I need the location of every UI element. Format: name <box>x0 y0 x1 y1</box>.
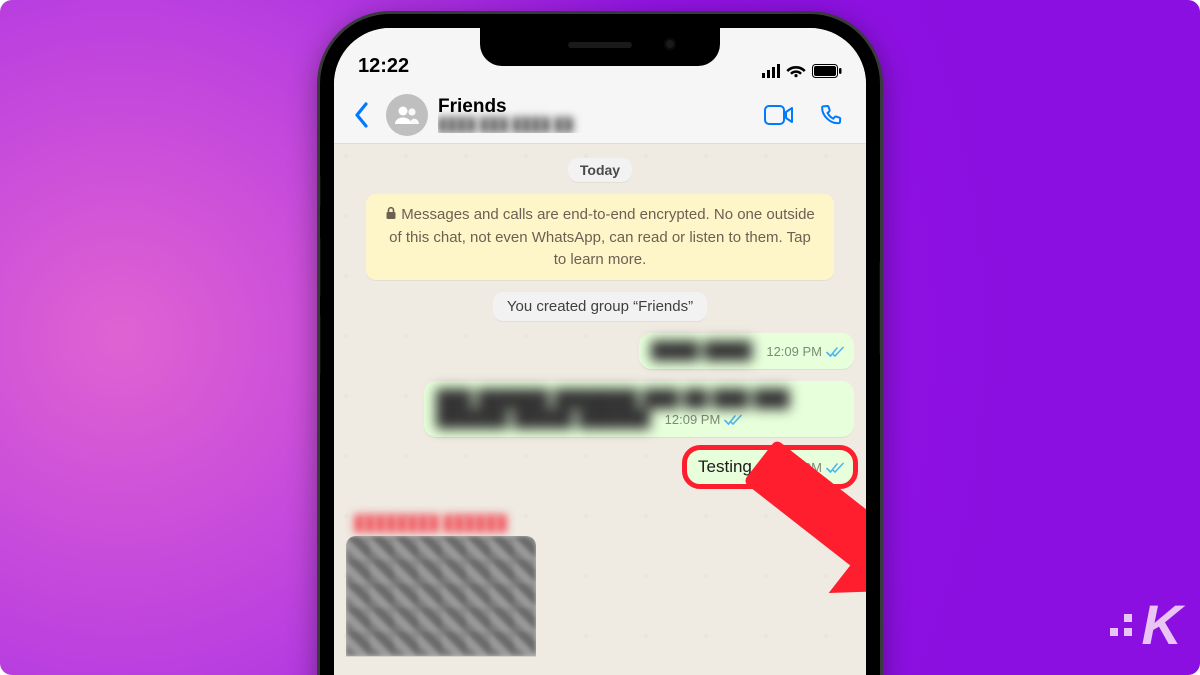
incoming-image-preview[interactable] <box>346 536 536 656</box>
message-out[interactable]: ███ ██████ ███████ ███ ██ ███ ███ ██████… <box>424 381 854 437</box>
message-time: 12:09 PM <box>766 460 822 475</box>
message-time: 12:09 PM <box>665 412 721 427</box>
message-out[interactable]: ████ ████ 12:09 PM <box>639 333 854 369</box>
message-out-highlighted[interactable]: Testing 12:09 PM <box>686 449 854 485</box>
video-call-button[interactable] <box>758 94 800 136</box>
message-in[interactable]: ████████ ██████ <box>346 515 536 656</box>
volume-up-button <box>320 236 321 298</box>
chat-members-preview: ████ ███ ████ ██ <box>438 118 748 133</box>
watermark-logo: K <box>1110 592 1180 657</box>
chat-header: Friends ████ ███ ████ ██ <box>334 86 866 144</box>
group-icon <box>394 105 420 125</box>
chat-body[interactable]: Today Messages and calls are end-to-end … <box>334 144 866 675</box>
lock-icon <box>385 205 397 227</box>
sender-name: ████████ ██████ <box>354 515 536 532</box>
voice-call-button[interactable] <box>810 94 852 136</box>
system-message: You created group “Friends” <box>493 292 707 321</box>
back-button[interactable] <box>348 95 376 135</box>
wifi-icon <box>786 64 806 78</box>
phone-notch <box>480 28 720 66</box>
status-time: 12:22 <box>358 55 409 78</box>
phone-icon <box>819 103 843 127</box>
chat-title: Friends <box>438 96 748 118</box>
encryption-text: Messages and calls are end-to-end encryp… <box>389 206 815 268</box>
message-text: ████ ████ <box>651 341 752 360</box>
stage: 12:22 <box>0 0 1200 675</box>
read-ticks-icon <box>826 346 844 358</box>
watermark-letter: K <box>1142 592 1180 657</box>
phone-frame: 12:22 <box>320 14 880 675</box>
group-avatar[interactable] <box>386 94 428 136</box>
read-ticks-icon <box>826 462 844 474</box>
date-separator: Today <box>568 158 632 182</box>
video-icon <box>764 105 794 125</box>
signal-icon <box>762 64 780 78</box>
mute-switch <box>320 174 321 208</box>
power-button <box>879 260 880 356</box>
encryption-notice[interactable]: Messages and calls are end-to-end encryp… <box>366 194 833 280</box>
chevron-left-icon <box>354 102 370 128</box>
chat-title-block[interactable]: Friends ████ ███ ████ ██ <box>438 96 748 133</box>
volume-down-button <box>320 314 321 376</box>
message-time: 12:09 PM <box>766 344 822 359</box>
battery-icon <box>812 64 842 78</box>
read-ticks-icon <box>724 414 742 426</box>
phone-screen: 12:22 <box>334 28 866 675</box>
message-text: Testing <box>698 457 752 476</box>
